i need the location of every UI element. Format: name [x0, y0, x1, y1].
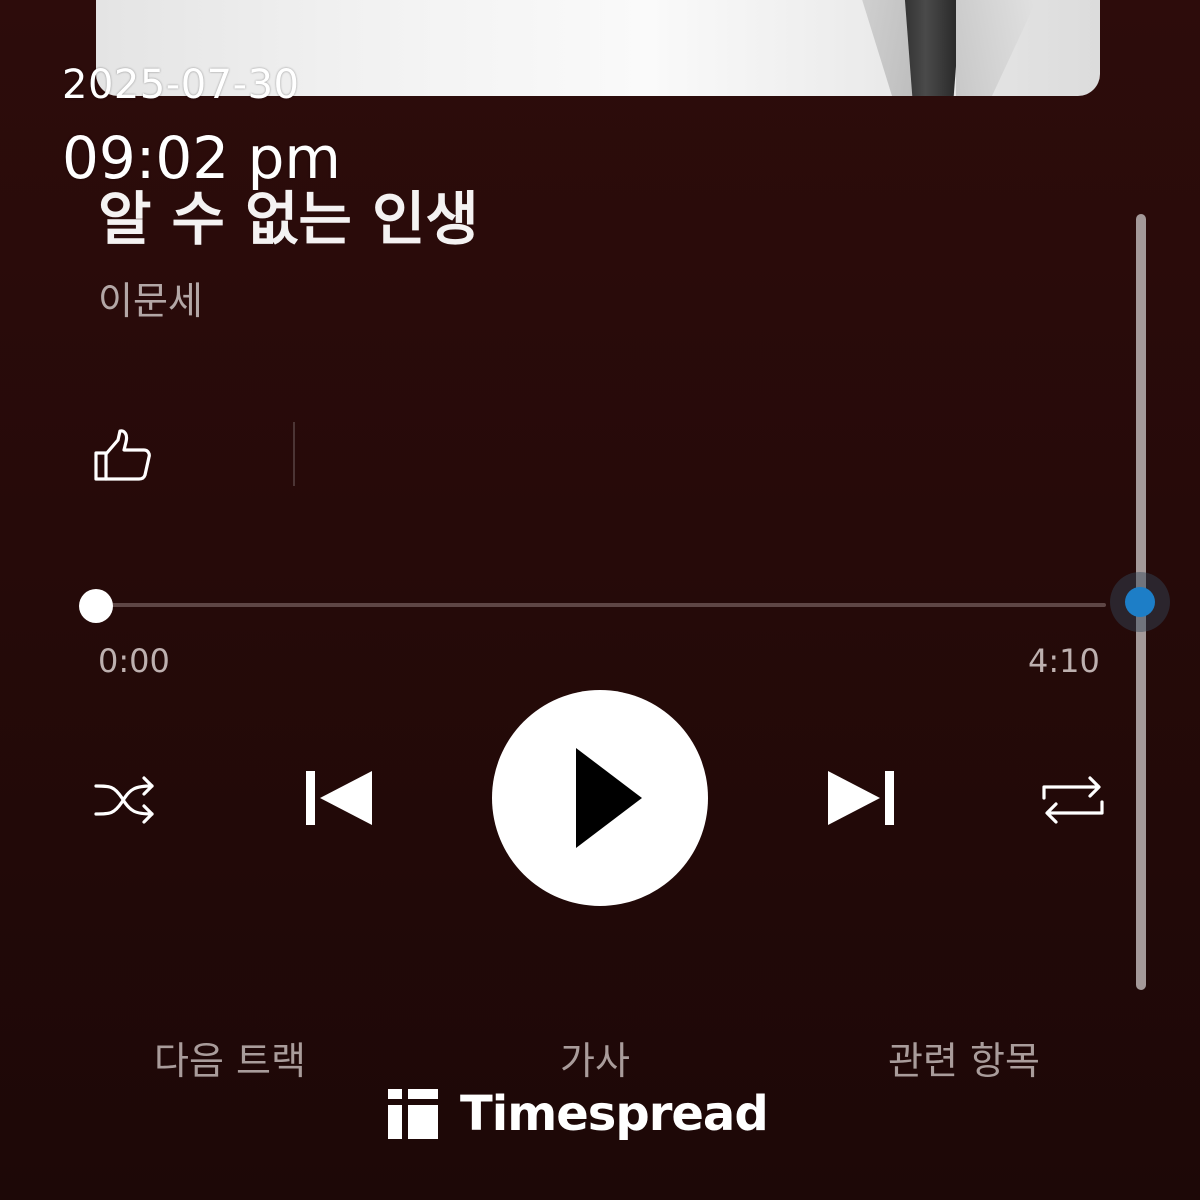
- action-divider: [293, 422, 295, 486]
- total-time: 4:10: [1028, 642, 1100, 680]
- tab-lyrics[interactable]: 가사: [560, 1030, 630, 1085]
- play-icon: [576, 748, 642, 848]
- like-button[interactable]: [92, 426, 154, 488]
- elapsed-time: 0:00: [98, 642, 170, 680]
- artist-name[interactable]: 이문세: [98, 270, 203, 325]
- seek-bar[interactable]: [96, 603, 1106, 607]
- timestamp-date: 2025-07-30: [62, 62, 300, 108]
- timespread-logo-icon: [388, 1089, 438, 1139]
- skip-previous-icon: [306, 771, 372, 825]
- shuffle-button[interactable]: [92, 772, 158, 828]
- skip-next-icon: [828, 771, 894, 825]
- tab-related[interactable]: 관련 항목: [888, 1030, 1040, 1085]
- repeat-icon: [1042, 776, 1104, 824]
- thumbs-up-icon: [94, 429, 151, 481]
- watermark: Timespread: [388, 1086, 769, 1142]
- album-art-lapel-right: [956, 0, 1046, 96]
- tab-up-next[interactable]: 다음 트랙: [154, 1030, 306, 1085]
- watermark-brand: Timespread: [460, 1086, 769, 1142]
- shuffle-icon: [94, 776, 154, 824]
- next-button[interactable]: [824, 765, 900, 831]
- seek-thumb[interactable]: [79, 589, 113, 623]
- scrollbar-thumb[interactable]: [1110, 572, 1170, 632]
- scrollbar-thumb-dot: [1125, 587, 1155, 617]
- timestamp-time: 09:02 pm: [62, 124, 341, 192]
- previous-button[interactable]: [300, 765, 376, 831]
- repeat-button[interactable]: [1040, 772, 1106, 828]
- play-button[interactable]: [492, 690, 708, 906]
